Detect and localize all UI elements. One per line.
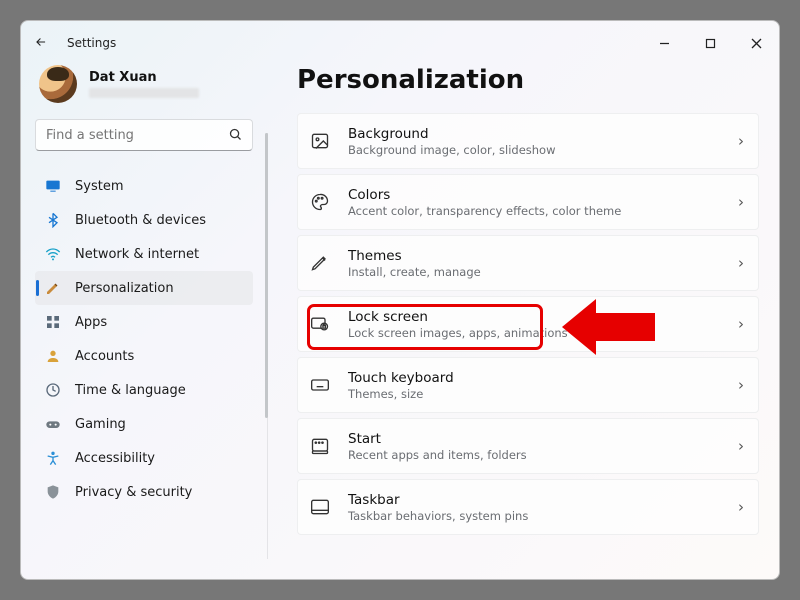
search-input[interactable]: [35, 119, 253, 151]
card-title: Taskbar: [348, 492, 720, 508]
card-background[interactable]: Background Background image, color, slid…: [297, 113, 759, 169]
card-sub: Accent color, transparency effects, colo…: [348, 204, 720, 218]
app-title: Settings: [67, 36, 116, 50]
scrollbar-thumb[interactable]: [265, 133, 268, 418]
maximize-button[interactable]: [687, 21, 733, 65]
chevron-right-icon: ›: [738, 437, 744, 455]
chevron-right-icon: ›: [738, 193, 744, 211]
back-button[interactable]: [33, 34, 49, 53]
sidebar-item-privacy[interactable]: Privacy & security: [35, 475, 253, 509]
chevron-right-icon: ›: [738, 132, 744, 150]
settings-window: Settings Dat Xuan: [20, 20, 780, 580]
profile-email-redacted: [89, 88, 199, 98]
card-title: Background: [348, 126, 720, 142]
background-icon: [310, 131, 330, 151]
card-taskbar[interactable]: Taskbar Taskbar behaviors, system pins ›: [297, 479, 759, 535]
settings-list: Background Background image, color, slid…: [297, 113, 759, 535]
card-sub: Recent apps and items, folders: [348, 448, 720, 462]
nav-label: Network & internet: [75, 247, 199, 262]
sidebar-item-personalization[interactable]: Personalization: [35, 271, 253, 305]
card-sub: Lock screen images, apps, animations: [348, 326, 720, 340]
nav-label: Gaming: [75, 417, 126, 432]
card-lock-screen[interactable]: Lock screen Lock screen images, apps, an…: [297, 296, 759, 352]
card-title: Colors: [348, 187, 720, 203]
card-sub: Themes, size: [348, 387, 720, 401]
taskbar-icon: [310, 497, 330, 517]
close-button[interactable]: [733, 21, 779, 65]
nav-label: Apps: [75, 315, 107, 330]
sidebar-item-network[interactable]: Network & internet: [35, 237, 253, 271]
card-colors[interactable]: Colors Accent color, transparency effect…: [297, 174, 759, 230]
sidebar-item-apps[interactable]: Apps: [35, 305, 253, 339]
network-icon: [45, 246, 61, 262]
nav-label: Privacy & security: [75, 485, 192, 500]
card-title: Lock screen: [348, 309, 720, 325]
sidebar-scrollbar[interactable]: [267, 133, 268, 559]
main-panel: Personalization Background Background im…: [267, 65, 779, 579]
profile-name: Dat Xuan: [89, 70, 199, 85]
sidebar-item-gaming[interactable]: Gaming: [35, 407, 253, 441]
page-title: Personalization: [297, 65, 759, 95]
chevron-right-icon: ›: [738, 254, 744, 272]
lock-screen-icon: [310, 314, 330, 334]
card-title: Themes: [348, 248, 720, 264]
time-language-icon: [45, 382, 61, 398]
privacy-icon: [45, 484, 61, 500]
nav-label: System: [75, 179, 123, 194]
minimize-button[interactable]: [641, 21, 687, 65]
nav-label: Accessibility: [75, 451, 155, 466]
sidebar-item-time-language[interactable]: Time & language: [35, 373, 253, 407]
card-touch-keyboard[interactable]: Touch keyboard Themes, size ›: [297, 357, 759, 413]
profile-block[interactable]: Dat Xuan: [35, 65, 253, 119]
gaming-icon: [45, 416, 61, 432]
card-sub: Taskbar behaviors, system pins: [348, 509, 720, 523]
accounts-icon: [45, 348, 61, 364]
nav-label: Time & language: [75, 383, 186, 398]
card-title: Start: [348, 431, 720, 447]
themes-icon: [310, 253, 330, 273]
chevron-right-icon: ›: [738, 315, 744, 333]
nav-label: Bluetooth & devices: [75, 213, 206, 228]
touch-keyboard-icon: [310, 375, 330, 395]
bluetooth-icon: [45, 212, 61, 228]
start-icon: [310, 436, 330, 456]
card-sub: Install, create, manage: [348, 265, 720, 279]
card-sub: Background image, color, slideshow: [348, 143, 720, 157]
nav-label: Personalization: [75, 281, 174, 296]
chevron-right-icon: ›: [738, 376, 744, 394]
sidebar-item-accounts[interactable]: Accounts: [35, 339, 253, 373]
accessibility-icon: [45, 450, 61, 466]
sidebar-item-bluetooth[interactable]: Bluetooth & devices: [35, 203, 253, 237]
search-icon: [228, 127, 243, 146]
colors-icon: [310, 192, 330, 212]
search-box: [35, 119, 253, 151]
window-controls: [641, 21, 779, 65]
sidebar-item-accessibility[interactable]: Accessibility: [35, 441, 253, 475]
system-icon: [45, 178, 61, 194]
chevron-right-icon: ›: [738, 498, 744, 516]
avatar: [39, 65, 77, 103]
sidebar: Dat Xuan System Bluetooth & devices: [21, 65, 267, 579]
card-themes[interactable]: Themes Install, create, manage ›: [297, 235, 759, 291]
sidebar-item-system[interactable]: System: [35, 169, 253, 203]
nav-label: Accounts: [75, 349, 134, 364]
apps-icon: [45, 314, 61, 330]
personalization-icon: [45, 280, 61, 296]
card-start[interactable]: Start Recent apps and items, folders ›: [297, 418, 759, 474]
card-title: Touch keyboard: [348, 370, 720, 386]
nav-list: System Bluetooth & devices Network & int…: [35, 169, 253, 509]
